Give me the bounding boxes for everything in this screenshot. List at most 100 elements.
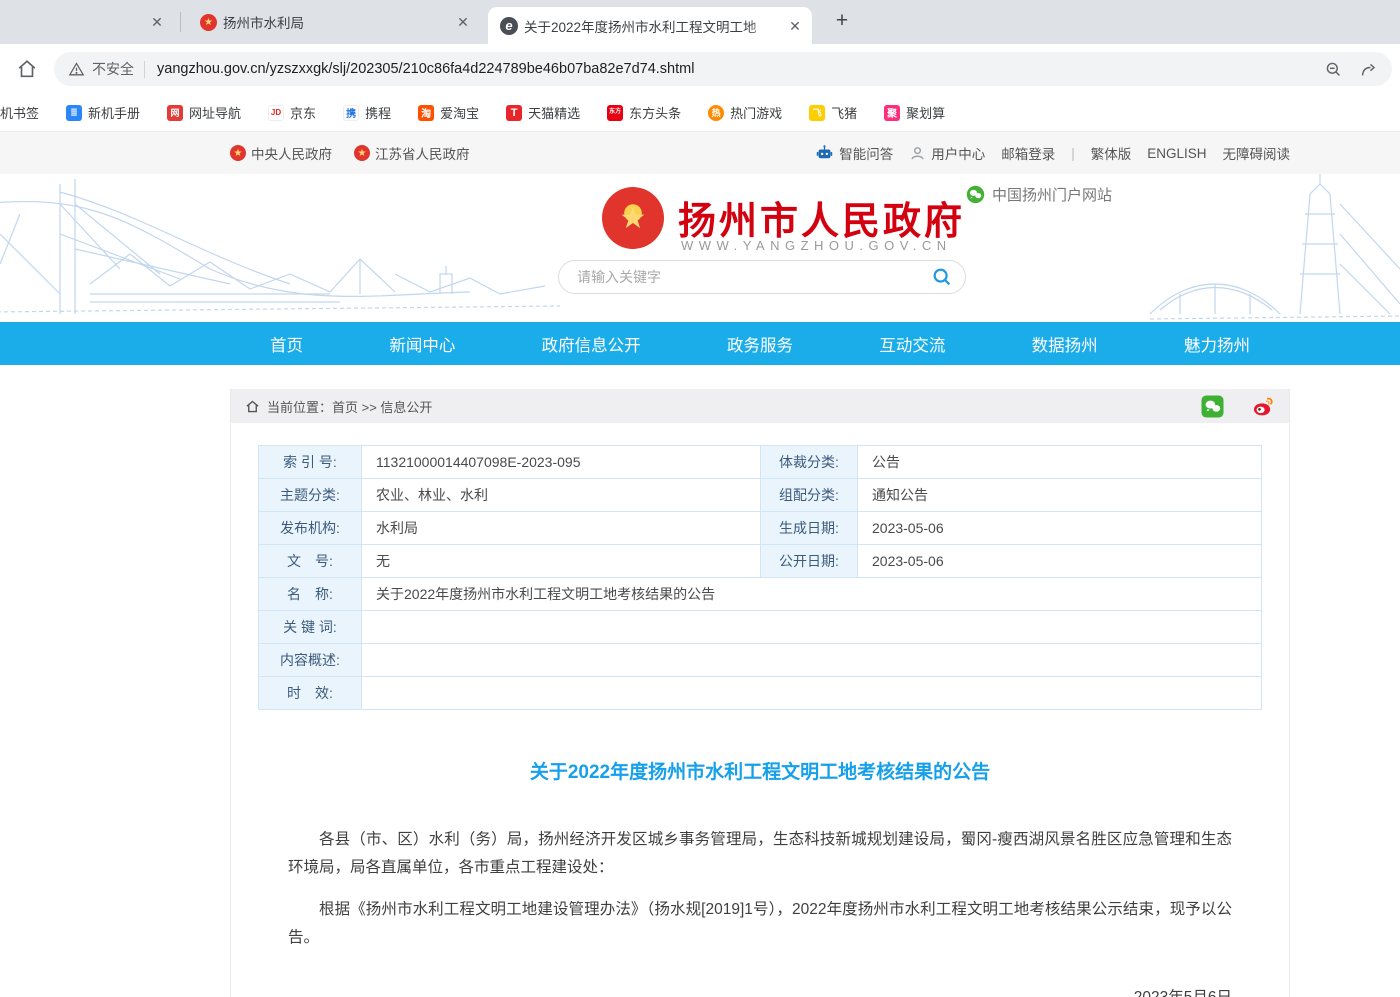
table-row: 索 引 号: 11321000014407098E-2023-095 体裁分类:… — [259, 446, 1262, 479]
gov-link-label: 江苏省人民政府 — [375, 143, 470, 163]
wechat-icon — [966, 185, 985, 204]
bookmark-ctrip[interactable]: 携 携程 — [343, 103, 391, 122]
smart-qa-label: 智能问答 — [839, 143, 893, 163]
close-icon[interactable]: ✕ — [452, 11, 474, 33]
meta-label: 名 称: — [259, 578, 362, 611]
accessibility-link[interactable]: 无障碍阅读 — [1223, 143, 1291, 163]
bookmark-phone-bookmarks[interactable]: 机书签 — [0, 103, 39, 122]
nav-charm-yangzhou[interactable]: 魅力扬州 — [1184, 332, 1250, 356]
breadcrumb: 当前位置：首页 >> 信息公开 — [267, 397, 432, 416]
bookmarks-bar: 机书签 ≣ 新机手册 网 网址导航 JD 京东 携 携程 淘 爱淘宝 T 天猫精… — [0, 94, 1400, 132]
bookmark-label: 爱淘宝 — [440, 103, 479, 122]
smart-qa-link[interactable]: 智能问答 — [815, 143, 893, 163]
nav-gov-services[interactable]: 政务服务 — [727, 332, 793, 356]
article-title: 关于2022年度扬州市水利工程文明工地考核结果的公告 — [231, 757, 1289, 784]
zoom-out-icon[interactable] — [1324, 60, 1343, 79]
gov-link-label: 中央人民政府 — [251, 143, 332, 163]
mail-login-link[interactable]: 邮箱登录 — [1001, 143, 1055, 163]
home-icon[interactable] — [14, 56, 40, 82]
table-row: 名 称: 关于2022年度扬州市水利工程文明工地考核结果的公告 — [259, 578, 1262, 611]
home-icon[interactable] — [245, 399, 260, 414]
close-icon[interactable]: ✕ — [146, 11, 168, 33]
user-icon — [909, 145, 926, 162]
share-icon[interactable] — [1359, 60, 1378, 79]
meta-value-topic: 农业、林业、水利 — [362, 479, 761, 512]
nav-news-center[interactable]: 新闻中心 — [389, 332, 455, 356]
site-search[interactable] — [558, 260, 966, 294]
nav-site-icon: 网 — [167, 105, 183, 121]
url-text[interactable]: yangzhou.gov.cn/yzszxxgk/slj/202305/210c… — [157, 61, 1314, 77]
meta-label: 关 键 词: — [259, 611, 362, 644]
table-row: 主题分类: 农业、林业、水利 组配分类: 通知公告 — [259, 479, 1262, 512]
search-input[interactable] — [577, 269, 931, 285]
page-content: 当前位置：首页 >> 信息公开 索 引 号: 11321000014407098… — [230, 389, 1290, 997]
traditional-version-link[interactable]: 繁体版 — [1091, 143, 1132, 163]
nav-interaction[interactable]: 互动交流 — [879, 332, 945, 356]
meta-label: 体裁分类: — [761, 446, 858, 479]
site-url: WWW.YANGZHOU.GOV.CN — [681, 238, 952, 253]
meta-value-doc-number: 无 — [362, 545, 761, 578]
bookmark-url-navigation[interactable]: 网 网址导航 — [167, 103, 241, 122]
bookmark-hot-games[interactable]: 热 热门游戏 — [708, 103, 782, 122]
table-row: 文 号: 无 公开日期: 2023-05-06 — [259, 545, 1262, 578]
meta-label: 索 引 号: — [259, 446, 362, 479]
english-label: ENGLISH — [1147, 146, 1206, 161]
tab-yangzhou-water-bureau[interactable]: 扬州市水利局 ✕ — [186, 0, 482, 44]
bookmark-new-phone-manual[interactable]: ≣ 新机手册 — [66, 103, 140, 122]
nav-gov-info-disclosure[interactable]: 政府信息公开 — [542, 332, 641, 356]
bookmark-label: 热门游戏 — [730, 103, 782, 122]
user-center-label: 用户中心 — [931, 143, 985, 163]
mail-login-label: 邮箱登录 — [1001, 143, 1055, 163]
search-icon[interactable] — [931, 266, 953, 288]
topbar-divider: | — [1071, 146, 1075, 161]
tab-title: 关于2022年度扬州市水利工程文明工地 — [524, 16, 778, 36]
document-meta-table: 索 引 号: 11321000014407098E-2023-095 体裁分类:… — [258, 445, 1262, 710]
security-label[interactable]: 不安全 — [92, 59, 134, 79]
national-emblem-logo — [602, 187, 664, 249]
bookmark-tmall[interactable]: T 天猫精选 — [506, 103, 580, 122]
portal-badge[interactable]: 中国扬州门户网站 — [966, 184, 1112, 205]
fliggy-icon: 飞 — [809, 105, 825, 121]
bookmark-jd[interactable]: JD 京东 — [268, 103, 316, 122]
games-icon: 热 — [708, 105, 724, 121]
new-tab-button[interactable]: + — [828, 8, 856, 36]
bookmark-eastday[interactable]: 东方 东方头条 — [607, 103, 681, 122]
address-bar[interactable]: 不安全 yangzhou.gov.cn/yzszxxgk/slj/202305/… — [54, 52, 1392, 86]
table-row: 关 键 词: — [259, 611, 1262, 644]
tab-announcement-active[interactable]: e 关于2022年度扬州市水利工程文明工地 ✕ — [488, 7, 812, 44]
link-central-government[interactable]: 中央人民政府 — [230, 143, 332, 163]
juhuasuan-icon: 聚 — [884, 105, 900, 121]
link-jiangsu-government[interactable]: 江苏省人民政府 — [354, 143, 470, 163]
bridge-artwork-left — [0, 174, 560, 322]
robot-icon — [815, 144, 834, 163]
meta-value-keywords — [362, 611, 1262, 644]
bookmark-label: 网址导航 — [189, 103, 241, 122]
meta-label: 生成日期: — [761, 512, 858, 545]
close-icon[interactable]: ✕ — [784, 15, 806, 37]
tmall-icon: T — [506, 105, 522, 121]
table-row: 内容概述: — [259, 644, 1262, 677]
main-nav: 首页 新闻中心 政府信息公开 政务服务 互动交流 数据扬州 魅力扬州 — [0, 322, 1400, 365]
ctrip-icon: 携 — [343, 105, 359, 121]
browser-toolbar: 不安全 yangzhou.gov.cn/yzszxxgk/slj/202305/… — [0, 44, 1400, 94]
meta-label: 发布机构: — [259, 512, 362, 545]
nav-home[interactable]: 首页 — [270, 332, 303, 356]
manual-icon: ≣ — [66, 105, 82, 121]
bookmark-juhuasuan[interactable]: 聚 聚划算 — [884, 103, 945, 122]
meta-value-title: 关于2022年度扬州市水利工程文明工地考核结果的公告 — [362, 578, 1262, 611]
warning-icon — [68, 61, 85, 78]
nav-data-yangzhou[interactable]: 数据扬州 — [1032, 332, 1098, 356]
english-version-link[interactable]: ENGLISH — [1147, 146, 1206, 161]
meta-label: 时 效: — [259, 677, 362, 710]
gov-emblem-icon — [354, 145, 370, 161]
weibo-share-icon[interactable] — [1252, 395, 1275, 418]
meta-value-created-date: 2023-05-06 — [858, 512, 1262, 545]
bookmark-fliggy[interactable]: 飞 飞猪 — [809, 103, 857, 122]
tab-strip: ✕ 扬州市水利局 ✕ e 关于2022年度扬州市水利工程文明工地 ✕ + — [0, 0, 1400, 44]
user-center-link[interactable]: 用户中心 — [909, 143, 985, 163]
bookmark-label: 新机手册 — [88, 103, 140, 122]
bookmark-aitaobao[interactable]: 淘 爱淘宝 — [418, 103, 479, 122]
wechat-share-icon[interactable] — [1201, 395, 1224, 418]
meta-value-group: 通知公告 — [858, 479, 1262, 512]
article-paragraph: 各县（市、区）水利（务）局，扬州经济开发区城乡事务管理局，生态科技新城规划建设局… — [231, 826, 1289, 882]
